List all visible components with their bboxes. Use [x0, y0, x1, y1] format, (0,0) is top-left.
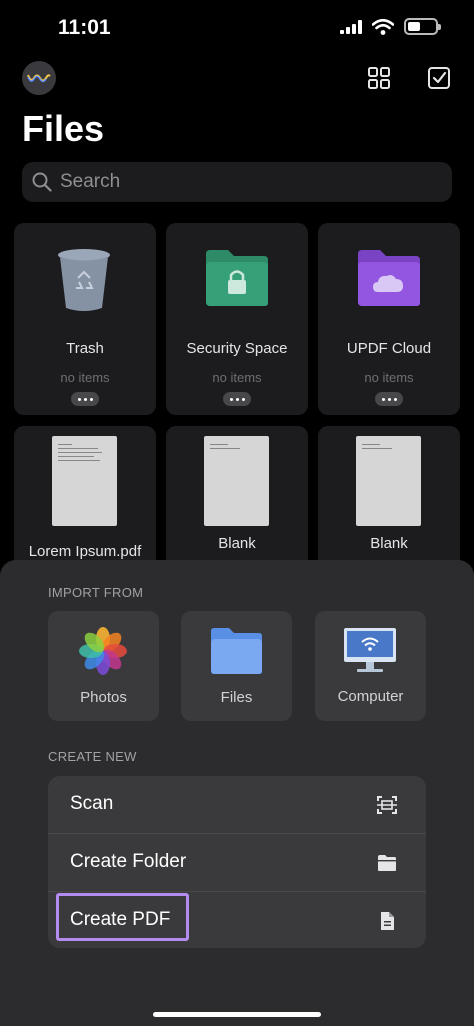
create-pdf-row[interactable]: Create PDF: [48, 892, 426, 948]
status-bar: 11:01: [0, 0, 474, 56]
lock-folder-icon: [206, 250, 268, 306]
folder-tile-updf-cloud[interactable]: UPDF Cloud no items: [318, 223, 460, 415]
document-tile[interactable]: Lorem Ipsum.pdf: [14, 426, 156, 576]
document-tile[interactable]: Blank: [318, 426, 460, 576]
document-name: Lorem Ipsum.pdf: [28, 543, 142, 560]
cloud-folder-icon: [358, 250, 420, 306]
import-photos-button[interactable]: Photos: [48, 611, 159, 721]
page-title: Files: [22, 108, 105, 149]
scan-label: Scan: [70, 793, 114, 814]
document-name: Blank: [218, 535, 256, 552]
import-option-label: Files: [220, 689, 253, 706]
document-thumbnail: [52, 436, 117, 526]
document-icon: [381, 912, 394, 930]
create-pdf-label: Create PDF: [70, 909, 171, 930]
scan-row[interactable]: Scan: [48, 776, 426, 833]
photos-icon: [79, 627, 127, 675]
document-tile[interactable]: Blank: [166, 426, 308, 576]
folder-name: Trash: [66, 340, 104, 357]
folder-name: Security Space: [186, 340, 288, 357]
files-folder-icon: [211, 628, 262, 674]
more-options-button[interactable]: [223, 392, 251, 406]
trash-icon: [58, 249, 110, 311]
folder-item-count: no items: [364, 370, 414, 385]
grid-view-icon[interactable]: [365, 64, 393, 92]
folder-name: UPDF Cloud: [346, 340, 432, 357]
folder-tile-trash[interactable]: Trash no items: [14, 223, 156, 415]
search-bar[interactable]: [22, 162, 452, 202]
document-name: Blank: [370, 535, 408, 552]
document-thumbnail: [356, 436, 421, 526]
status-time: 11:01: [58, 16, 111, 39]
create-new-list: Scan Create Folder Create PDF: [48, 776, 426, 948]
import-from-label: IMPORT FROM: [48, 585, 144, 600]
import-files-button[interactable]: Files: [181, 611, 292, 721]
folder-icon: [378, 855, 396, 871]
folder-tile-security-space[interactable]: Security Space no items: [166, 223, 308, 415]
document-thumbnail: [204, 436, 269, 526]
import-option-label: Photos: [80, 689, 127, 706]
computer-wifi-icon: [344, 628, 396, 672]
import-option-label: Computer: [337, 688, 404, 705]
home-indicator: [153, 1012, 321, 1017]
more-options-button[interactable]: [375, 392, 403, 406]
folder-item-count: no items: [212, 370, 262, 385]
import-computer-button[interactable]: Computer: [315, 611, 426, 721]
scan-icon: [377, 796, 397, 814]
create-new-label: CREATE NEW: [48, 749, 137, 764]
app-logo-avatar[interactable]: [22, 61, 56, 95]
search-input[interactable]: [60, 171, 420, 193]
battery-icon: [404, 18, 441, 35]
search-icon: [32, 172, 52, 192]
wave-logo-icon: [27, 74, 51, 83]
create-folder-row[interactable]: Create Folder: [48, 834, 426, 891]
create-folder-label: Create Folder: [70, 851, 187, 872]
wifi-icon: [372, 18, 394, 35]
select-checkbox-icon[interactable]: [425, 64, 453, 92]
status-icons: [340, 18, 441, 35]
more-options-button[interactable]: [71, 392, 99, 406]
folder-item-count: no items: [60, 370, 110, 385]
signal-icon: [340, 19, 362, 34]
